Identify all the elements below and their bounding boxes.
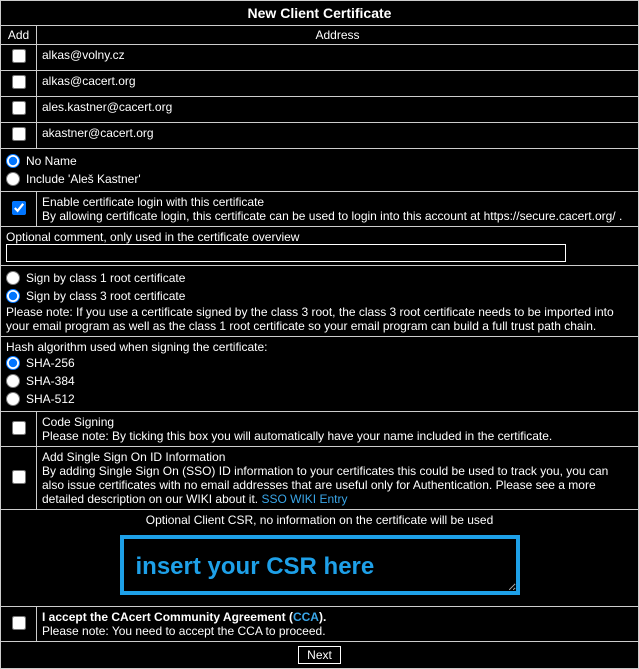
hash-label: Hash algorithm used when signing the cer…	[6, 340, 633, 354]
email-0: alkas@volny.cz	[37, 45, 639, 71]
email-2: ales.kastner@cacert.org	[37, 97, 639, 123]
cca-link[interactable]: CCA	[293, 610, 319, 624]
code-signing-note: Please note: By ticking this box you wil…	[42, 429, 633, 443]
radio-sha256[interactable]	[6, 356, 20, 370]
col-add: Add	[1, 26, 37, 45]
optional-comment-label: Optional comment, only used in the certi…	[6, 230, 633, 244]
radio-class1[interactable]	[6, 271, 20, 285]
code-signing-title: Code Signing	[42, 415, 633, 429]
sso-title: Add Single Sign On ID Information	[42, 450, 633, 464]
cca-suffix: ).	[319, 610, 326, 624]
next-button[interactable]: Next	[298, 646, 341, 664]
radio-no-name[interactable]	[6, 154, 20, 168]
sso-wiki-link[interactable]: SSO WIKI Entry	[261, 492, 347, 506]
cca-note: Please note: You need to accept the CCA …	[42, 624, 633, 638]
class3-label: Sign by class 3 root certificate	[26, 289, 185, 303]
radio-sha512[interactable]	[6, 392, 20, 406]
sso-checkbox[interactable]	[12, 470, 26, 484]
radio-include-name[interactable]	[6, 172, 20, 186]
enable-login-title: Enable certificate login with this certi…	[42, 195, 633, 209]
no-name-label: No Name	[26, 154, 77, 168]
optional-comment-input[interactable]	[6, 244, 566, 262]
email-checkbox-0[interactable]	[12, 49, 26, 63]
csr-textarea[interactable]	[120, 535, 520, 595]
cca-checkbox[interactable]	[12, 616, 26, 630]
cca-prefix: I accept the CAcert Community Agreement …	[42, 610, 293, 624]
page-title: New Client Certificate	[1, 1, 639, 26]
enable-login-note: By allowing certificate login, this cert…	[42, 209, 633, 223]
email-checkbox-3[interactable]	[12, 127, 26, 141]
email-checkbox-2[interactable]	[12, 101, 26, 115]
email-1: alkas@cacert.org	[37, 71, 639, 97]
sha256-label: SHA-256	[26, 356, 75, 370]
radio-class3[interactable]	[6, 289, 20, 303]
radio-sha384[interactable]	[6, 374, 20, 388]
csr-label: Optional Client CSR, no information on t…	[6, 513, 633, 527]
sha512-label: SHA-512	[26, 392, 75, 406]
sign-note: Please note: If you use a certificate si…	[6, 305, 633, 333]
code-signing-checkbox[interactable]	[12, 421, 26, 435]
sha384-label: SHA-384	[26, 374, 75, 388]
class1-label: Sign by class 1 root certificate	[26, 271, 185, 285]
email-3: akastner@cacert.org	[37, 123, 639, 149]
include-name-label: Include 'Aleš Kastner'	[26, 172, 141, 186]
enable-login-checkbox[interactable]	[12, 201, 26, 215]
email-checkbox-1[interactable]	[12, 75, 26, 89]
col-address: Address	[37, 26, 639, 45]
